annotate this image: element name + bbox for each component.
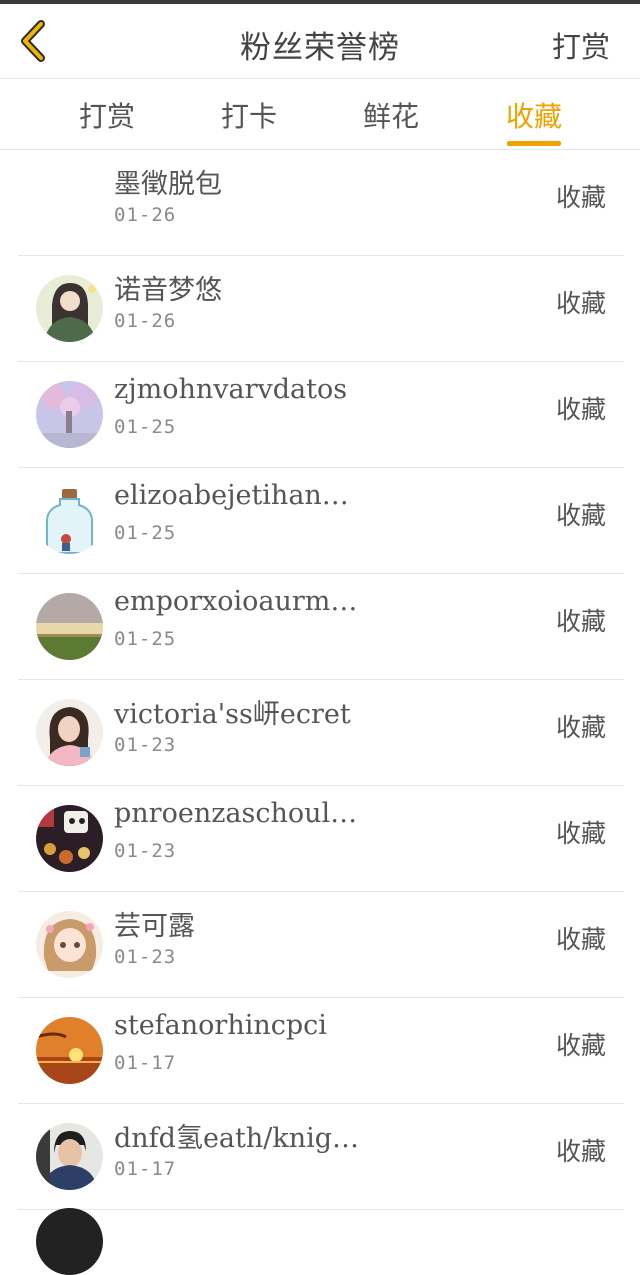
favorite-label: 收藏: [555, 289, 606, 318]
list-item[interactable]: pnroenzaschoul… 01-23 收藏: [18, 786, 624, 892]
top-bar: 粉丝荣誉榜 打赏: [0, 4, 640, 79]
user-name: stefanorhincpci: [114, 1010, 327, 1041]
favorite-label: 收藏: [555, 183, 606, 212]
list-item[interactable]: 墨徵脱包 01-26 收藏: [18, 150, 624, 256]
avatar: [36, 1208, 103, 1275]
avatar[interactable]: [36, 1017, 103, 1084]
favorite-label: 收藏: [555, 501, 606, 530]
avatar[interactable]: [36, 487, 103, 554]
date-label: 01-25: [114, 416, 177, 438]
tab-bar: 打赏 打卡 鲜花 收藏: [0, 79, 640, 150]
page-title: 粉丝荣誉榜: [240, 30, 400, 66]
date-label: 01-17: [114, 1158, 177, 1180]
user-name: 诺音梦悠: [114, 275, 222, 306]
tab-label: 鲜花: [362, 100, 419, 133]
avatar[interactable]: [36, 593, 103, 660]
date-label: 01-26: [114, 310, 177, 332]
tab-checkin[interactable]: 打卡: [204, 95, 294, 135]
avatar[interactable]: [36, 275, 103, 342]
tab-label: 打卡: [220, 100, 277, 133]
list-item[interactable]: emporxoioaurm… 01-25 收藏: [18, 574, 624, 680]
list-item[interactable]: zjmohnvarvdatos 01-25 收藏: [18, 362, 624, 468]
favorite-label: 收藏: [555, 607, 606, 636]
user-name: victoria'ss岍ecret: [114, 699, 351, 730]
user-name: dnfd氢eath/knig…: [114, 1123, 360, 1154]
user-name: pnroenzaschoul…: [114, 798, 358, 829]
favorite-label: 收藏: [555, 395, 606, 424]
list-item[interactable]: 芸可露 01-23 收藏: [18, 892, 624, 998]
list-item[interactable]: dnfd氢eath/knig… 01-17 收藏: [18, 1104, 624, 1210]
user-name: zjmohnvarvdatos: [114, 374, 348, 405]
reward-button[interactable]: 打赏: [552, 24, 610, 66]
avatar[interactable]: [36, 805, 103, 872]
list-item[interactable]: victoria'ss岍ecret 01-23 收藏: [18, 680, 624, 786]
list-item[interactable]: elizoabejetihan… 01-25 收藏: [18, 468, 624, 574]
active-tab-indicator: [507, 141, 561, 146]
user-name: emporxoioaurm…: [114, 586, 358, 617]
date-label: 01-23: [114, 946, 177, 968]
favorite-label: 收藏: [555, 819, 606, 848]
list-item[interactable]: 诺音梦悠 01-26 收藏: [18, 256, 624, 362]
date-label: 01-25: [114, 628, 177, 650]
avatar[interactable]: [36, 381, 103, 448]
fan-list: 墨徵脱包 01-26 收藏 诺音梦悠 01-26 收藏 zjmohnvarvda…: [0, 150, 640, 1210]
tab-label: 收藏: [505, 100, 562, 133]
date-label: 01-23: [114, 840, 177, 862]
tab-favorites[interactable]: 收藏: [489, 95, 579, 146]
list-item[interactable]: stefanorhincpci 01-17 收藏: [18, 998, 624, 1104]
favorite-label: 收藏: [555, 925, 606, 954]
avatar[interactable]: [36, 699, 103, 766]
date-label: 01-25: [114, 522, 177, 544]
favorite-label: 收藏: [555, 713, 606, 742]
avatar[interactable]: [36, 911, 103, 978]
favorite-label: 收藏: [555, 1137, 606, 1166]
user-name: elizoabejetihan…: [114, 480, 349, 511]
tab-label: 打赏: [78, 100, 135, 133]
user-name: 墨徵脱包: [114, 169, 222, 200]
user-name: 芸可露: [114, 911, 195, 942]
date-label: 01-23: [114, 734, 177, 756]
avatar[interactable]: [36, 1123, 103, 1190]
date-label: 01-17: [114, 1052, 177, 1074]
tab-flowers[interactable]: 鲜花: [346, 95, 436, 135]
tab-reward[interactable]: 打赏: [62, 95, 152, 135]
date-label: 01-26: [114, 204, 177, 226]
favorite-label: 收藏: [555, 1031, 606, 1060]
